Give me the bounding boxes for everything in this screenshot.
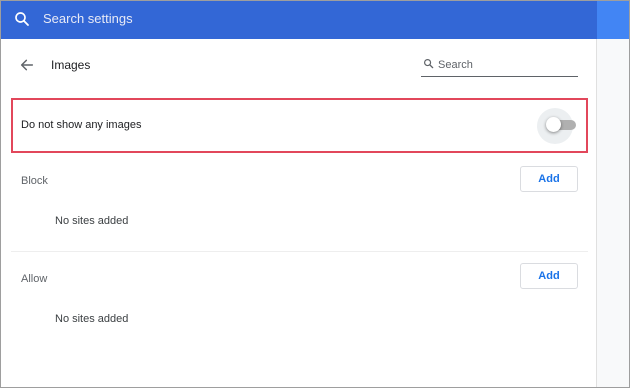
top-search-bar[interactable]: Search settings <box>1 1 629 39</box>
section-divider <box>11 251 588 252</box>
block-empty-text: No sites added <box>55 215 129 227</box>
section-label-allow: Allow <box>21 273 48 285</box>
page-title: Images <box>51 58 91 72</box>
site-search-box[interactable] <box>421 55 578 77</box>
arrow-back-icon[interactable] <box>19 57 35 73</box>
add-allow-button[interactable]: Add <box>520 263 578 289</box>
topbar-right-edge <box>597 1 629 39</box>
right-gutter <box>597 39 629 387</box>
toggle-label: Do not show any images <box>21 119 142 131</box>
search-icon <box>15 12 29 26</box>
toggle-knob[interactable] <box>546 117 561 132</box>
gutter-divider <box>596 39 597 387</box>
settings-window: Search settings Images Do not show any i… <box>0 0 630 388</box>
section-label-block: Block <box>21 175 48 187</box>
search-icon <box>424 59 434 69</box>
add-block-button[interactable]: Add <box>520 166 578 192</box>
top-search-placeholder: Search settings <box>43 11 133 26</box>
allow-empty-text: No sites added <box>55 313 129 325</box>
search-input[interactable] <box>438 55 574 75</box>
